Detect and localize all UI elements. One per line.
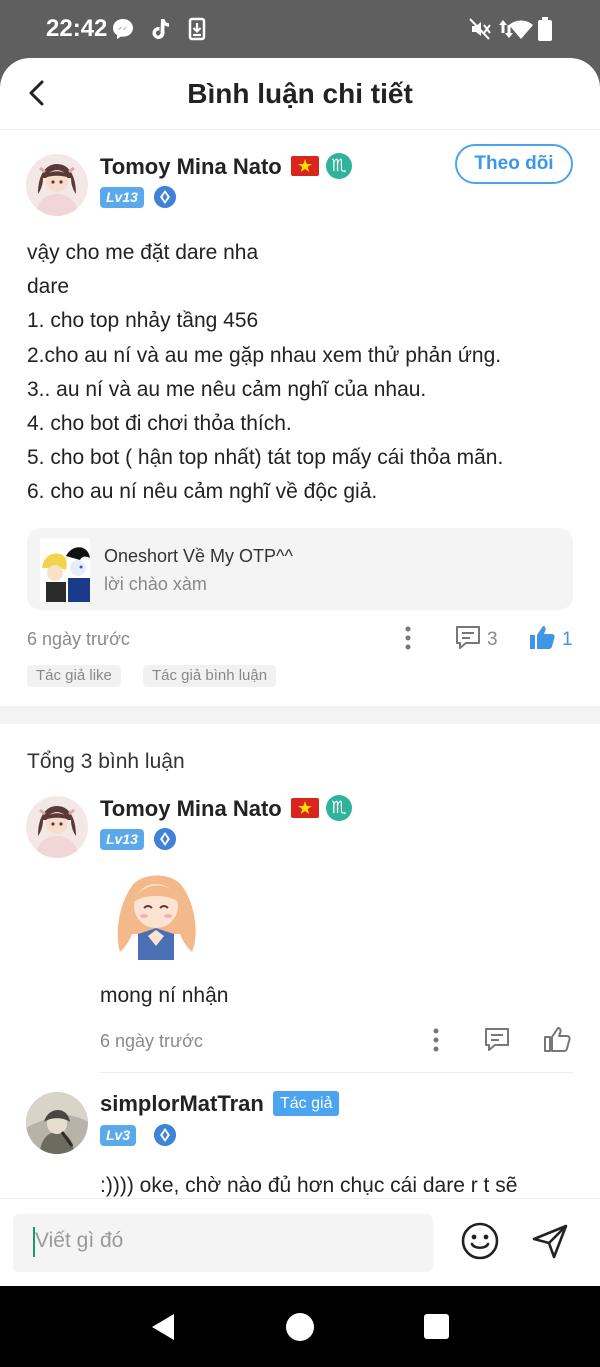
author-liked-tag: Tác giả like (27, 665, 121, 687)
reply-divider (100, 1072, 573, 1073)
comment-detail-sheet: Bình luận chi tiết Tomoy Mina Nato ♏ Lv1… (0, 58, 600, 1286)
comment-timestamp: 6 ngày trước (27, 629, 130, 649)
emoji-icon[interactable] (460, 1221, 500, 1261)
level-badge: Lv13 (100, 187, 144, 208)
like-filled-icon[interactable] (528, 623, 556, 651)
comment-line: 2.cho au ní và au me gặp nhau xem thử ph… (27, 343, 502, 367)
reply-author-name[interactable]: Tomoy Mina Nato (100, 796, 282, 822)
comment-count: 3 (487, 629, 498, 650)
reply-author-name[interactable]: simplorMatTran (100, 1091, 264, 1117)
reply-comment-icon[interactable] (483, 1026, 511, 1054)
sticker-image (117, 875, 196, 960)
tiktok-icon (152, 19, 169, 39)
replies-total: Tổng 3 bình luận (27, 750, 185, 773)
avatar-image (26, 154, 88, 216)
avatar[interactable] (26, 1092, 88, 1154)
mute-icon (469, 18, 491, 40)
avatar[interactable] (26, 154, 88, 216)
comment-line: dare (27, 275, 70, 299)
author-badge: Tác giả (273, 1091, 340, 1116)
section-divider (0, 706, 600, 724)
scorpio-zodiac-icon: ♏ (326, 795, 352, 821)
comment-line: 5. cho bot ( hận top nhất) tát top mấy c… (27, 446, 504, 470)
reply-text: :)))) oke, chờ nào đủ hơn chục cái dare … (100, 1174, 518, 1197)
status-time: 22:42 (46, 15, 108, 42)
comment-line: 4. cho bot đi chơi thỏa thích. (27, 412, 292, 436)
comment-line: 6. cho au ní nêu cảm nghĩ về độc giả. (27, 480, 378, 504)
story-chapter: lời chào xàm (104, 574, 207, 594)
story-title: Oneshort Về My OTP^^ (104, 546, 293, 566)
level-badge: Lv13 (100, 829, 144, 850)
status-bar: 22:42 (0, 0, 600, 58)
diamond-badge-icon (154, 828, 176, 850)
diamond-badge-icon (154, 186, 176, 208)
reply-timestamp: 6 ngày trước (100, 1031, 203, 1051)
vietnam-flag-icon (291, 156, 319, 176)
nav-home-icon[interactable] (285, 1312, 315, 1342)
story-cover-image (40, 538, 90, 602)
nav-recents-icon[interactable] (422, 1312, 452, 1342)
follow-button[interactable]: Theo dõi (455, 144, 573, 184)
author-name[interactable]: Tomoy Mina Nato (100, 154, 282, 180)
level-badge: Lv3 (100, 1125, 137, 1146)
comment-input[interactable]: Viết gì đó (13, 1214, 433, 1272)
scorpio-zodiac-icon: ♏ (326, 153, 352, 179)
send-icon[interactable] (530, 1221, 570, 1261)
messenger-icon (113, 19, 133, 39)
like-count: 1 (562, 629, 573, 650)
avatar-image (26, 1092, 88, 1154)
author-replied-tag: Tác giả bình luận (143, 665, 277, 687)
wifi-icon (509, 20, 533, 39)
comment-body: vậy cho me đặt dare nha dare 1. cho top … (27, 236, 577, 510)
avatar-image (26, 796, 88, 858)
download-icon (188, 17, 206, 41)
avatar[interactable] (26, 796, 88, 858)
comment-composer: Viết gì đó (0, 1198, 600, 1286)
page-title: Bình luận chi tiết (187, 78, 413, 109)
system-navigation-bar (0, 1286, 600, 1367)
reply-text: mong ní nhận (100, 984, 229, 1007)
comment-line: vậy cho me đặt dare nha (27, 241, 259, 264)
more-options-icon[interactable] (404, 626, 412, 650)
nav-back-icon[interactable] (148, 1312, 178, 1342)
header: Bình luận chi tiết (0, 58, 600, 130)
comment-line: 3.. au ní và au me nêu cảm nghĩ của nhau… (27, 377, 427, 401)
more-options-icon[interactable] (432, 1028, 440, 1052)
comment-input-placeholder: Viết gì đó (35, 1229, 124, 1252)
like-outline-icon[interactable] (543, 1025, 571, 1053)
vietnam-flag-icon (291, 798, 319, 818)
comment-icon[interactable] (454, 624, 482, 652)
comment-line: 1. cho top nhảy tầng 456 (27, 309, 259, 333)
story-link-card[interactable]: Oneshort Về My OTP^^ lời chào xàm (27, 528, 573, 610)
battery-icon (538, 17, 552, 41)
diamond-badge-icon (154, 1124, 176, 1146)
